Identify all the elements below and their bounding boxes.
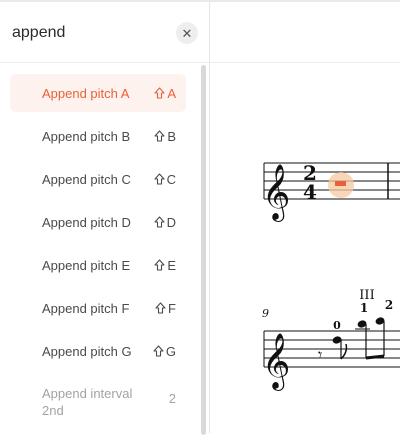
command-shortcut: E: [154, 258, 176, 273]
clear-search-button[interactable]: ✕: [176, 22, 198, 44]
shift-arrow-icon: [154, 130, 165, 142]
command-shortcut: D: [154, 215, 176, 230]
score-canvas[interactable]: 𝄞 2 4 𝄞 𝄾 0 1 2 III: [210, 2, 400, 433]
command-palette: ✕ Append pitch A A Append pitch B B Appe…: [0, 2, 210, 435]
command-shortcut: C: [154, 172, 176, 187]
shift-arrow-icon: [154, 87, 165, 99]
command-shortcut: A: [154, 86, 176, 101]
command-item-append-pitch-f[interactable]: Append pitch F F: [10, 289, 186, 327]
measure-number: 9: [262, 307, 269, 320]
shortcut-key: D: [166, 214, 176, 230]
command-item-append-pitch-g[interactable]: Append pitch G G: [10, 332, 186, 370]
treble-clef-icon: 𝄞: [262, 333, 290, 391]
command-item-append-pitch-c[interactable]: Append pitch C C: [10, 160, 186, 198]
fingering-label: 2: [385, 298, 393, 312]
command-label: Append pitch F: [42, 300, 130, 316]
eighth-rest-icon: 𝄾: [318, 345, 322, 364]
command-label: Append pitch C: [42, 171, 131, 187]
command-shortcut: G: [153, 344, 176, 359]
command-list: Append pitch A A Append pitch B B Append…: [0, 63, 209, 433]
command-item-append-pitch-e[interactable]: Append pitch E E: [10, 246, 186, 284]
shortcut-key: E: [167, 257, 176, 273]
command-item-append-pitch-b[interactable]: Append pitch B B: [10, 117, 186, 155]
shift-arrow-icon: [153, 345, 164, 357]
time-signature-bottom: 4: [303, 180, 317, 204]
fingering-label: 1: [360, 301, 368, 315]
command-label: Append interval 2nd: [42, 386, 133, 418]
command-label: Append pitch B: [42, 128, 131, 144]
shortcut-key: C: [166, 171, 176, 187]
shortcut-key: 2: [168, 391, 176, 406]
command-shortcut: B: [154, 129, 176, 144]
treble-clef-icon: 𝄞: [262, 164, 290, 222]
note-beam: [365, 354, 385, 360]
command-label: Append pitch D: [42, 214, 131, 230]
command-search-input[interactable]: [12, 20, 172, 46]
command-label: Append pitch A: [42, 85, 130, 101]
note-flag: [340, 343, 348, 360]
command-item-append-pitch-a[interactable]: Append pitch A A: [10, 74, 186, 112]
shortcut-key: G: [165, 343, 176, 359]
fingering-label: 0: [333, 319, 341, 332]
string-position-label: III: [359, 288, 374, 303]
close-icon: ✕: [181, 25, 193, 41]
command-list-scrollbar[interactable]: [201, 65, 206, 435]
shortcut-key: B: [167, 128, 176, 144]
command-label: Append pitch E: [42, 257, 131, 273]
command-item-append-interval-2nd: Append interval 2nd 2: [10, 383, 186, 427]
shift-arrow-icon: [155, 302, 166, 314]
shift-arrow-icon: [154, 173, 165, 185]
command-item-append-pitch-d[interactable]: Append pitch D D: [10, 203, 186, 241]
input-cursor-rest: [335, 181, 346, 186]
shortcut-key: F: [168, 300, 176, 316]
command-shortcut: F: [155, 301, 176, 316]
shift-arrow-icon: [154, 216, 165, 228]
shortcut-key: A: [167, 85, 176, 101]
score-view: 𝄞 2 4 𝄞 𝄾 0 1 2 III 9: [210, 2, 400, 433]
shift-arrow-icon: [154, 259, 165, 271]
command-shortcut: 2: [169, 391, 176, 406]
command-label: Append pitch G: [42, 343, 132, 359]
command-search-bar: ✕: [0, 2, 209, 63]
